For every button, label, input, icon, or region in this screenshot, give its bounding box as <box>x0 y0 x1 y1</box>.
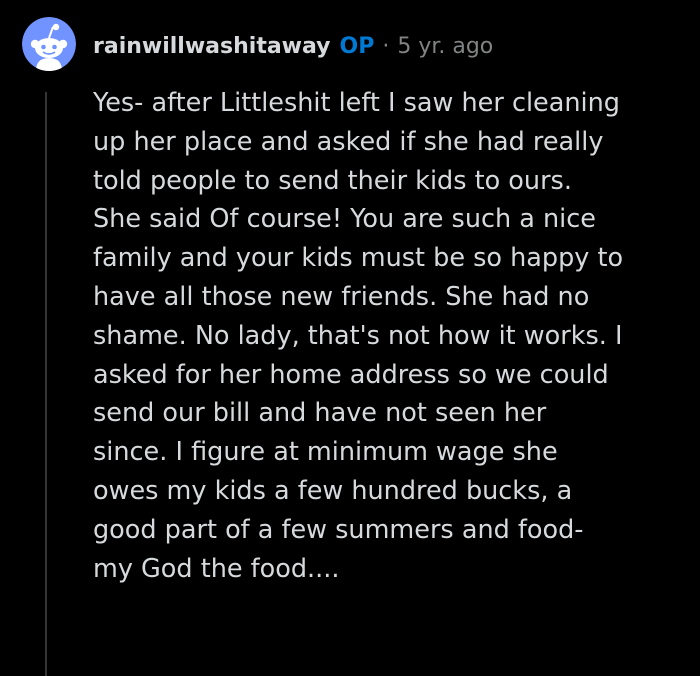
comment-timestamp[interactable]: 5 yr. ago <box>397 34 493 59</box>
comment-body-line: good part of a few summers and food- <box>93 514 584 545</box>
comment-body-line: shame. No lady, that's not how it works.… <box>93 320 623 351</box>
comment-body-line: have all those new friends. She had no <box>93 281 590 312</box>
comment-body-line: She said Of course! You are such a nice <box>93 204 596 235</box>
comment-body: Yes- after Littleshit left I saw her cle… <box>93 84 689 588</box>
op-badge: OP <box>339 33 375 59</box>
comment-body-line: family and your kids must be so happy to <box>93 243 624 274</box>
user-avatar[interactable] <box>22 17 76 71</box>
comment-body-line: Yes- after Littleshit left I saw her cle… <box>93 88 620 118</box>
comment-body-line: since. I figure at minimum wage she <box>93 437 558 468</box>
comment-body-line: owes my kids a few hundred bucks, a <box>93 475 573 506</box>
comment-body-line: my God the food.... <box>93 553 340 584</box>
reddit-snoo-avatar-icon <box>22 17 76 71</box>
thread-line[interactable] <box>45 92 47 676</box>
comment-body-line: up her place and asked if she had really <box>93 126 604 157</box>
author-username[interactable]: rainwillwashitaway <box>93 34 331 59</box>
comment-body-line: asked for her home address so we could <box>93 359 609 390</box>
comment-body-line: told people to send their kids to ours. <box>93 165 572 196</box>
comment-header: rainwillwashitaway OP · 5 yr. ago <box>93 28 493 64</box>
meta-separator: · <box>382 33 390 59</box>
comment-body-line: send our bill and have not seen her <box>93 398 547 429</box>
